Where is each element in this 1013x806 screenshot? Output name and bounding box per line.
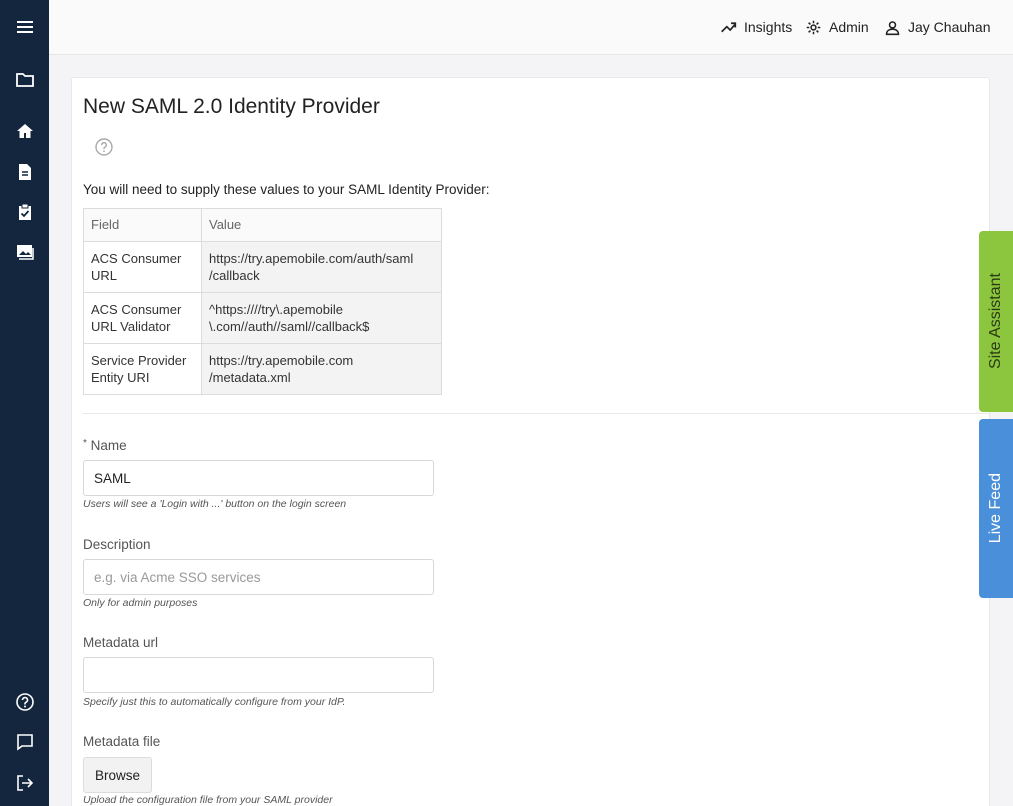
images-icon[interactable] — [12, 239, 38, 265]
document-icon[interactable] — [12, 159, 38, 185]
admin-link[interactable]: Admin — [805, 17, 869, 37]
help-icon[interactable] — [94, 137, 114, 157]
table-header-row: Field Value — [83, 208, 442, 242]
value-cell: ^https:////try\.apemobile \.com//auth//sa… — [201, 292, 442, 344]
sp-values-table: Field Value ACS Consumer URL https://try.… — [83, 208, 442, 395]
sidebar — [0, 0, 49, 806]
site-assistant-tab[interactable]: Site Assistant — [979, 231, 1013, 412]
field-cell: ACS Consumer URL — [83, 241, 202, 293]
table-row: ACS Consumer URL https://try.apemobile.co… — [83, 241, 442, 293]
metadata-url-label: Metadata url — [83, 635, 159, 650]
site-assistant-label: Site Assistant — [987, 273, 1004, 370]
metadata-file-label: Metadata file — [83, 734, 161, 749]
user-icon — [885, 20, 900, 35]
intro-text: You will need to supply these values to … — [83, 182, 490, 197]
field-cell: Service Provider Entity URI — [83, 343, 202, 395]
description-help: Only for admin purposes — [83, 597, 198, 609]
name-help: Users will see a 'Login with ...' button… — [83, 498, 347, 510]
value-cell: https://try.apemobile.com/metadata.xml — [201, 343, 442, 395]
live-feed-tab[interactable]: Live Feed — [979, 419, 1013, 598]
metadata-file-help: Upload the configuration file from your … — [83, 794, 333, 806]
name-input[interactable] — [83, 460, 434, 496]
folder-icon[interactable] — [12, 67, 38, 93]
required-mark: * — [83, 438, 87, 449]
description-label: Description — [83, 537, 151, 552]
home-icon[interactable] — [12, 118, 38, 144]
live-feed-label: Live Feed — [987, 473, 1004, 544]
browse-button[interactable]: Browse — [83, 757, 152, 793]
value-cell: https://try.apemobile.com/auth/saml/call… — [201, 241, 442, 293]
user-name: Jay Chauhan — [908, 19, 991, 35]
metadata-url-input[interactable] — [83, 657, 434, 693]
main-card: New SAML 2.0 Identity Provider You will … — [71, 77, 990, 806]
insights-link[interactable]: Insights — [720, 17, 792, 37]
table-row: ACS Consumer URL Validator ^https:////try… — [83, 292, 442, 344]
description-input[interactable] — [83, 559, 434, 595]
help-circle-icon[interactable] — [12, 689, 38, 715]
clipboard-check-icon[interactable] — [12, 199, 38, 225]
table-row: Service Provider Entity URI https://try.a… — [83, 343, 442, 395]
chat-icon[interactable] — [12, 729, 38, 755]
top-bar: Insights Admin Jay Chauhan — [49, 0, 1013, 55]
trending-up-icon — [721, 21, 737, 32]
menu-icon[interactable] — [12, 14, 38, 40]
field-header: Field — [83, 208, 202, 242]
field-cell: ACS Consumer URL Validator — [83, 292, 202, 344]
name-label: * Name — [83, 438, 127, 453]
gear-icon — [806, 20, 821, 34]
user-menu[interactable]: Jay Chauhan — [884, 17, 991, 37]
admin-label: Admin — [829, 19, 869, 35]
divider — [83, 413, 989, 414]
insights-label: Insights — [744, 19, 793, 35]
metadata-url-help: Specify just this to automatically confi… — [83, 696, 346, 708]
logout-icon[interactable] — [12, 770, 38, 796]
value-header: Value — [201, 208, 442, 242]
page-title: New SAML 2.0 Identity Provider — [83, 95, 380, 118]
